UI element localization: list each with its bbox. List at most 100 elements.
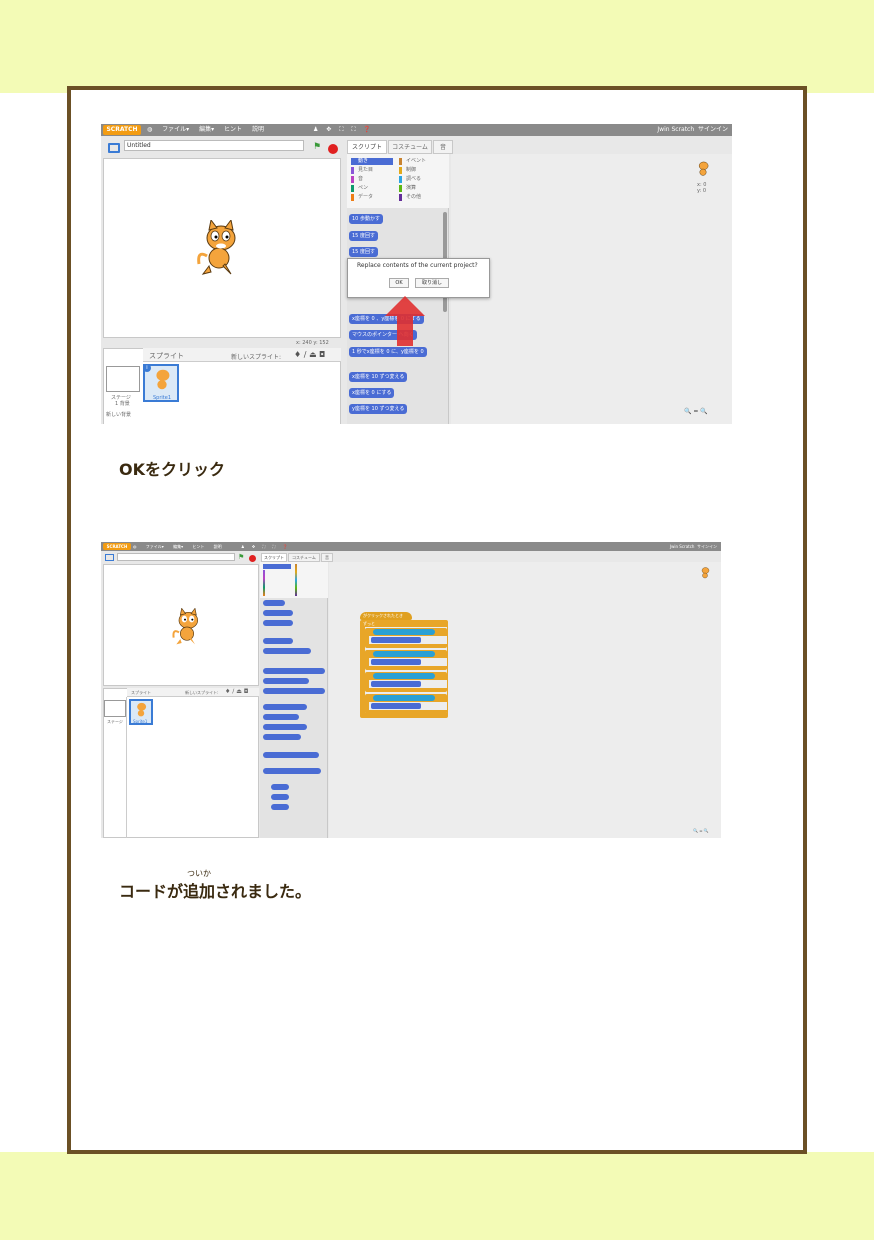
category-colors-right-2[interactable] — [295, 564, 297, 596]
category-operators[interactable]: 演算 — [399, 185, 416, 192]
stage-backdrop-count: 1 背景 — [115, 401, 130, 407]
palette-block[interactable] — [263, 610, 293, 616]
category-colors-2[interactable] — [263, 570, 265, 596]
category-sensing[interactable]: 調べる — [399, 176, 421, 183]
scratch-screenshot-2: SCRATCH ◍ ファイル▾ 編集▾ ヒント 説明 ♟ ✥ ⛶ ⛶ ❓ Jwi… — [101, 542, 721, 838]
change-coordinate-block[interactable] — [371, 637, 421, 643]
project-title-field[interactable]: Untitled — [124, 140, 304, 151]
block-turn-left[interactable]: 15 度回す — [349, 247, 378, 257]
menubar-2: SCRATCH ◍ ファイル▾ 編集▾ ヒント 説明 ♟ ✥ ⛶ ⛶ ❓ Jwi… — [101, 542, 721, 551]
menu-about[interactable]: 説明 — [252, 126, 264, 133]
stage-label-2: ステージ — [107, 719, 123, 724]
menu-tips-2[interactable]: ヒント — [192, 544, 204, 549]
menu-edit-2[interactable]: 編集▾ — [173, 544, 183, 549]
change-coordinate-block[interactable] — [371, 703, 421, 709]
key-pressed-condition[interactable] — [373, 651, 435, 657]
step1-caption: OKをクリック — [119, 460, 226, 479]
palette-block[interactable] — [263, 688, 325, 694]
palette-block[interactable] — [263, 600, 285, 606]
palette-block[interactable] — [263, 678, 309, 684]
tab-sounds[interactable]: 音 — [433, 140, 453, 154]
sprite-thumb-cat-2 — [137, 702, 147, 717]
block-glide[interactable]: 1 秒でx座標を 0 に、y座標を 0 — [349, 347, 427, 357]
menu-items-2: ◍ ファイル▾ 編集▾ ヒント 説明 — [133, 542, 230, 551]
presentation-mode-icon-2[interactable] — [105, 554, 114, 561]
menu-edit[interactable]: 編集▾ — [199, 126, 214, 133]
dialog-cancel-button[interactable]: 取り消し — [415, 278, 449, 288]
tab-costumes-2[interactable]: コスチューム — [288, 553, 320, 562]
scratch-cat-sprite[interactable] — [195, 220, 243, 276]
category-control[interactable]: 制御 — [399, 167, 416, 174]
stop-icon-2[interactable] — [249, 555, 256, 562]
signin-link[interactable]: サインイン — [698, 126, 728, 133]
category-motion-2[interactable] — [263, 564, 291, 569]
sprite-name-2: Sprite1 — [133, 719, 148, 724]
stage-thumbnail-2[interactable] — [104, 700, 126, 717]
key-pressed-condition[interactable] — [373, 695, 435, 701]
menu-tips[interactable]: ヒント — [224, 126, 242, 133]
globe-icon-2[interactable]: ◍ — [133, 544, 137, 549]
green-flag-icon[interactable]: ⚑ — [313, 142, 321, 152]
green-flag-icon-2[interactable]: ⚑ — [238, 553, 244, 561]
palette-block[interactable] — [263, 724, 307, 730]
new-sprite-tools-2[interactable]: ♦ ∕ ⏏ ◘ — [225, 688, 249, 695]
scratch-cat-sprite-2[interactable] — [171, 608, 203, 646]
signin-link-2[interactable]: サインイン — [697, 544, 717, 549]
category-looks[interactable]: 見た目 — [351, 167, 373, 174]
palette-block[interactable] — [271, 794, 289, 800]
block-change-x[interactable]: x座標を 10 ずつ変える — [349, 372, 408, 382]
category-sound[interactable]: 音 — [351, 176, 363, 183]
when-flag-clicked-block[interactable]: がクリックされたとき — [360, 612, 412, 620]
category-events[interactable]: イベント — [399, 158, 426, 165]
tab-scripts-2[interactable]: スクリプト — [261, 553, 287, 562]
block-move-steps[interactable]: 10 歩動かす — [349, 214, 383, 224]
sprites-header-2: スプライト — [131, 690, 151, 695]
palette-block[interactable] — [263, 668, 325, 674]
palette-block[interactable] — [263, 752, 319, 758]
zoom-controls-2[interactable]: 🔍 = 🔍 — [693, 828, 709, 833]
menu-file[interactable]: ファイル▾ — [162, 126, 189, 133]
stop-icon[interactable] — [328, 144, 338, 154]
palette-block[interactable] — [271, 784, 289, 790]
palette-block[interactable] — [263, 648, 311, 654]
globe-icon[interactable]: ◍ — [147, 126, 152, 133]
caption-pre: コードが — [119, 882, 184, 901]
palette-block[interactable] — [263, 620, 293, 626]
new-sprite-tools[interactable]: ♦ ∕ ⏏ ◘ — [294, 350, 325, 359]
dialog-ok-button[interactable]: OK — [389, 278, 409, 288]
toolbar-icons[interactable]: ♟ ✥ ⛶ ⛶ ❓ — [313, 124, 374, 136]
palette-block[interactable] — [263, 768, 321, 774]
palette-block[interactable] — [263, 638, 293, 644]
tab-sounds-2[interactable]: 音 — [321, 553, 333, 562]
category-motion[interactable]: 動き — [351, 158, 393, 165]
category-data[interactable]: データ — [351, 194, 373, 201]
block-turn-right[interactable]: 15 度回す — [349, 231, 378, 241]
scripts-area[interactable] — [451, 154, 732, 424]
key-pressed-condition[interactable] — [373, 673, 435, 679]
sprite-name: Sprite1 — [153, 395, 172, 401]
change-coordinate-block[interactable] — [371, 681, 421, 687]
scratch-logo-2: SCRATCH — [103, 543, 131, 550]
toolbar-icons-2[interactable]: ♟ ✥ ⛶ ⛶ ❓ — [241, 542, 291, 551]
menu-about-2[interactable]: 説明 — [214, 544, 222, 549]
palette-block[interactable] — [263, 704, 307, 710]
menu-file-2[interactable]: ファイル▾ — [146, 544, 164, 549]
tab-scripts[interactable]: スクリプト — [347, 140, 387, 154]
palette-block[interactable] — [263, 714, 299, 720]
username-2[interactable]: Jwin Scratch — [670, 544, 695, 549]
zoom-controls[interactable]: 🔍 = 🔍 — [684, 408, 708, 415]
palette-block[interactable] — [263, 734, 301, 740]
block-change-y[interactable]: y座標を 10 ずつ変える — [349, 404, 408, 414]
username[interactable]: Jwin Scratch — [657, 126, 694, 133]
ruby-word: ついか 追加 — [183, 869, 215, 902]
change-coordinate-block[interactable] — [371, 659, 421, 665]
palette-block[interactable] — [271, 804, 289, 810]
presentation-mode-icon[interactable] — [108, 143, 120, 153]
category-pen[interactable]: ペン — [351, 185, 368, 192]
tab-costumes[interactable]: コスチューム — [388, 140, 432, 154]
stage-thumbnail[interactable] — [106, 366, 140, 392]
block-set-x[interactable]: x座標を 0 にする — [349, 388, 395, 398]
category-more[interactable]: その他 — [399, 194, 421, 201]
key-pressed-condition[interactable] — [373, 629, 435, 635]
project-title-field-2[interactable] — [117, 553, 235, 561]
